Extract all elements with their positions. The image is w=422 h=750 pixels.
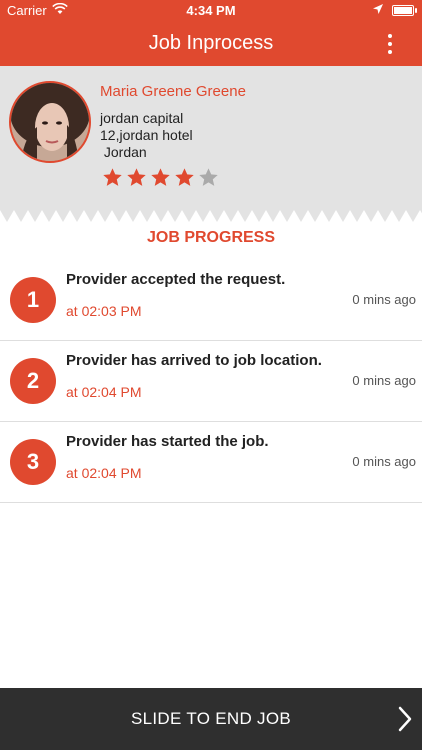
more-vertical-icon[interactable]: [382, 32, 398, 56]
star-filled-icon: [127, 168, 146, 186]
status-bar: Carrier 4:34 PM: [0, 0, 422, 22]
location-arrow-icon: [373, 4, 383, 14]
provider-card: Maria Greene Greene jordan capital 12,jo…: [0, 66, 422, 210]
provider-address-line1: jordan capital: [100, 110, 184, 126]
slide-label: SLIDE TO END JOB: [130, 709, 292, 728]
step-time: at 02:04 PM: [66, 384, 142, 400]
provider-address-line3: Jordan: [100, 144, 147, 160]
status-time: 4:34 PM: [186, 3, 236, 18]
step-time: at 02:03 PM: [66, 303, 142, 319]
star-filled-icon: [175, 168, 194, 186]
zigzag-divider: [0, 210, 422, 222]
step-elapsed: 0 mins ago: [352, 292, 416, 307]
step-title: Provider has arrived to job location.: [66, 352, 322, 369]
provider-address-line2: 12,jordan hotel: [100, 127, 193, 143]
step-number-badge: 1: [10, 277, 56, 323]
step-number-badge: 3: [10, 439, 56, 485]
provider-name: Maria Greene Greene: [100, 83, 246, 100]
step-title: Provider accepted the request.: [66, 271, 286, 288]
star-filled-icon: [103, 168, 122, 186]
job-progress-title: JOB PROGRESS: [146, 229, 276, 246]
rating-stars: [102, 167, 222, 188]
star-empty-icon: [199, 168, 218, 186]
progress-step: 1 Provider accepted the request. at 02:0…: [0, 260, 422, 341]
progress-step: 3 Provider has started the job. at 02:04…: [0, 422, 422, 503]
chevron-right-icon: [398, 706, 412, 732]
avatar: [9, 81, 91, 163]
step-title: Provider has started the job.: [66, 433, 269, 450]
slide-to-end-job[interactable]: SLIDE TO END JOB: [0, 688, 422, 750]
battery-icon: [392, 5, 417, 16]
star-filled-icon: [151, 168, 170, 186]
app-header: Carrier 4:34 PM Job Inprocess: [0, 0, 422, 66]
step-elapsed: 0 mins ago: [352, 454, 416, 469]
step-number-badge: 2: [10, 358, 56, 404]
step-time: at 02:04 PM: [66, 465, 142, 481]
step-elapsed: 0 mins ago: [352, 373, 416, 388]
progress-step: 2 Provider has arrived to job location. …: [0, 341, 422, 422]
page-title: Job Inprocess: [148, 32, 274, 54]
